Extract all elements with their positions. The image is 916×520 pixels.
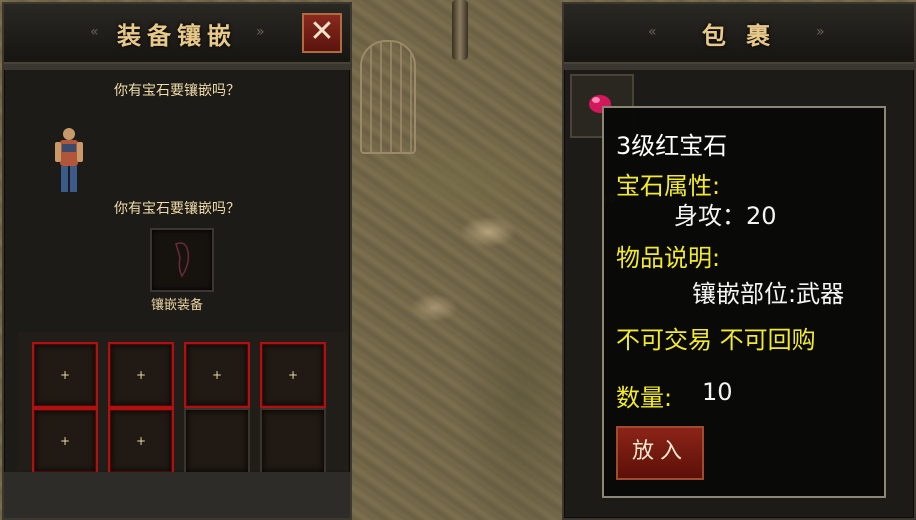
bird-cage — [360, 40, 416, 154]
item-name: 3级红宝石 — [616, 132, 728, 160]
equipment-inlay-panel: « 装备镶嵌 » ✕ 你有宝石要镶嵌吗？ 你有宝石要镶嵌吗？ 镶嵌装备 + + … — [2, 2, 352, 520]
character-avatar — [55, 128, 83, 192]
panel-title: 包 裹 — [701, 21, 777, 50]
title-bar: « 装备镶嵌 » ✕ — [4, 4, 350, 64]
description-value: 镶嵌部位:武器 — [692, 280, 845, 308]
gem-slot-2[interactable]: + — [108, 342, 174, 408]
gem-slot-4[interactable]: + — [260, 342, 326, 408]
put-in-button[interactable]: 放入 — [616, 426, 704, 480]
trade-restriction: 不可交易 不可回购 — [616, 326, 816, 354]
gem-slot-3[interactable]: + — [184, 342, 250, 408]
title-right-ornament: » — [256, 24, 265, 40]
item-tooltip: 3级红宝石 宝石属性: 身攻：20 物品说明: 镶嵌部位:武器 不可交易 不可回… — [602, 106, 886, 498]
attribute-value: 身攻：20 — [674, 202, 777, 230]
question-text: 你有宝石要镶嵌吗？ — [114, 83, 240, 99]
equipment-slot[interactable] — [150, 228, 214, 292]
description-header: 物品说明: — [616, 244, 721, 272]
divider — [564, 64, 914, 70]
quantity-value: 10 — [702, 378, 733, 406]
panel-title: 装备镶嵌 — [117, 21, 237, 50]
gem-slot-1[interactable]: + — [32, 342, 98, 408]
question-text-2: 你有宝石要镶嵌吗？ — [114, 201, 240, 217]
panel-footer — [4, 472, 350, 518]
divider — [4, 64, 350, 70]
gem-slot-7[interactable] — [184, 408, 250, 474]
gem-slot-5[interactable]: + — [32, 408, 98, 474]
tree-trunk — [452, 0, 468, 60]
title-bar: « 包 裹 » — [564, 4, 914, 64]
quantity-label: 数量: — [616, 384, 673, 412]
equipment-silhouette-icon — [175, 242, 190, 278]
gem-slot-grid: + + + + + + — [18, 332, 348, 474]
gem-slot-8[interactable] — [260, 408, 326, 474]
title-right-ornament: » — [816, 24, 825, 40]
gem-slot-6[interactable]: + — [108, 408, 174, 474]
close-button[interactable]: ✕ — [302, 13, 342, 53]
equipment-slot-label: 镶嵌装备 — [150, 298, 203, 313]
